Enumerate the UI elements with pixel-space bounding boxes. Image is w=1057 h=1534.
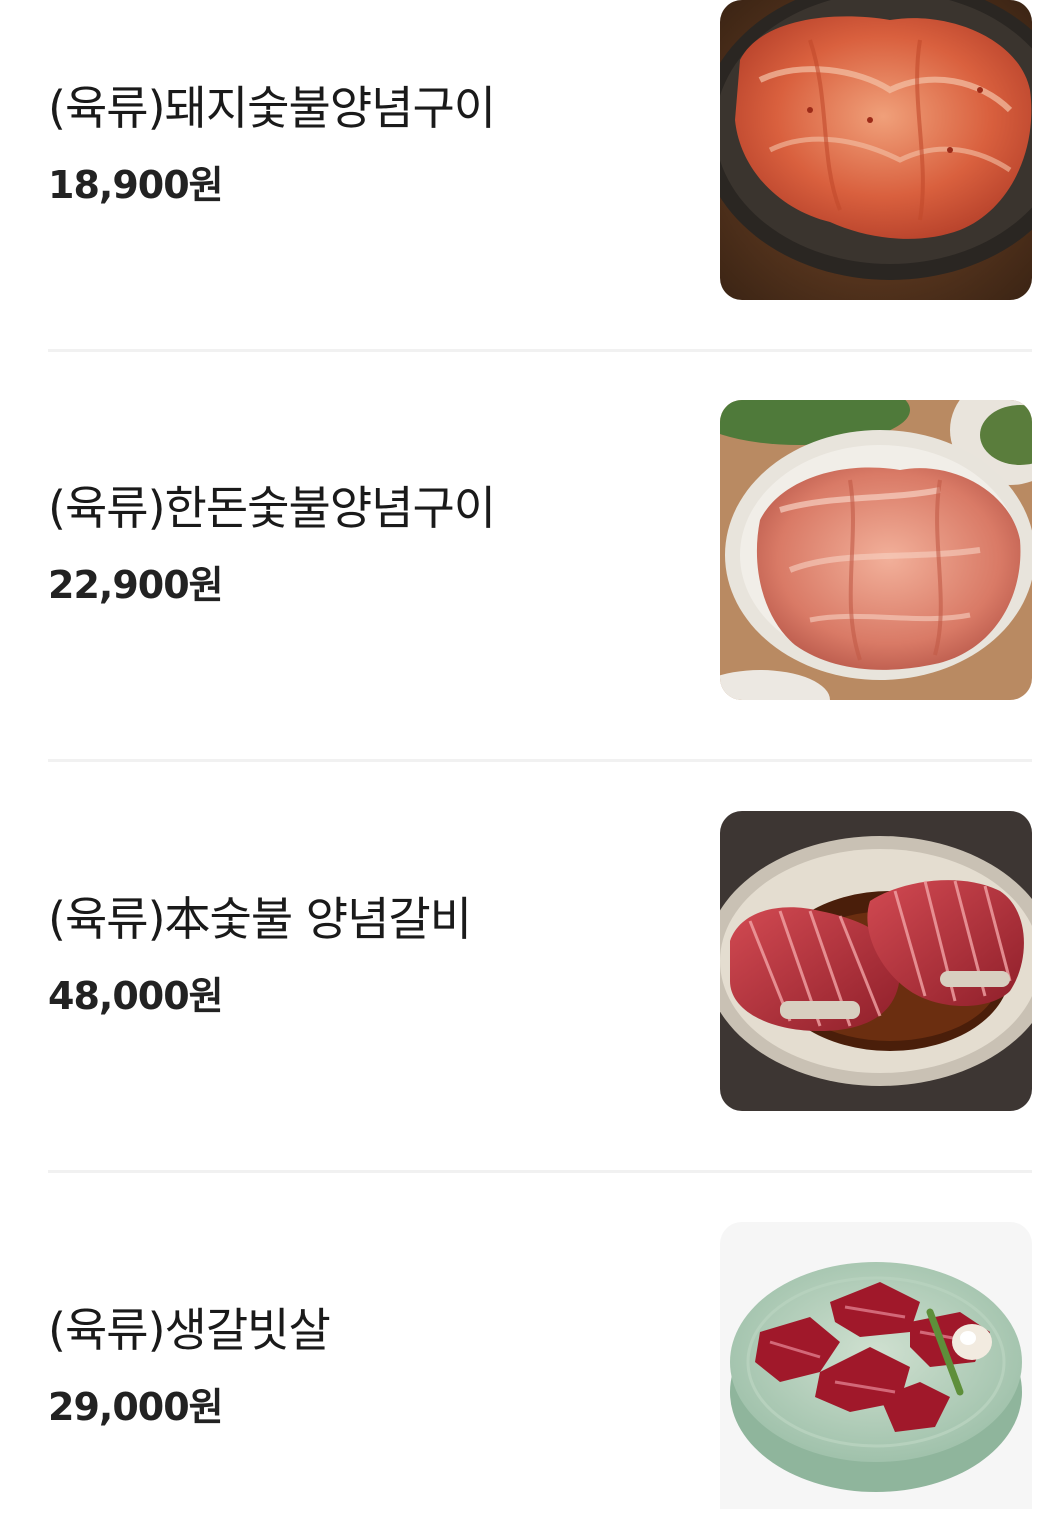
menu-item-image[interactable]	[720, 811, 1032, 1111]
menu-list: (육류)돼지숯불양념구이 18,900원 (육류)한돈숯불양념구이 22,900…	[0, 0, 1057, 1509]
menu-item-price: 48,000원	[48, 974, 224, 1018]
divider	[48, 349, 1032, 352]
menu-item-price: 29,000원	[48, 1385, 224, 1429]
divider	[48, 759, 1032, 762]
menu-item-text: (육류)本숯불 양념갈비 48,000원	[48, 811, 688, 1123]
menu-item-name: (육류)돼지숯불양념구이	[48, 81, 496, 135]
menu-item-name: (육류)한돈숯불양념구이	[48, 481, 496, 535]
menu-item[interactable]: (육류)한돈숯불양념구이 22,900원	[48, 400, 1032, 712]
menu-item-name: (육류)생갈빗살	[48, 1303, 331, 1357]
menu-item[interactable]: (육류)생갈빗살 29,000원	[48, 1222, 1032, 1534]
divider	[48, 1170, 1032, 1173]
menu-item-name: (육류)本숯불 양념갈비	[48, 892, 472, 946]
menu-item[interactable]: (육류)돼지숯불양념구이 18,900원	[48, 0, 1032, 312]
menu-item-image[interactable]	[720, 1222, 1032, 1509]
menu-item-text: (육류)한돈숯불양념구이 22,900원	[48, 400, 688, 712]
menu-item[interactable]: (육류)本숯불 양념갈비 48,000원	[48, 811, 1032, 1123]
menu-item-text: (육류)돼지숯불양념구이 18,900원	[48, 0, 688, 312]
menu-item-image[interactable]	[720, 0, 1032, 300]
menu-item-image[interactable]	[720, 400, 1032, 700]
menu-item-price: 22,900원	[48, 563, 224, 607]
menu-item-price: 18,900원	[48, 163, 224, 207]
menu-item-text: (육류)생갈빗살 29,000원	[48, 1222, 688, 1534]
